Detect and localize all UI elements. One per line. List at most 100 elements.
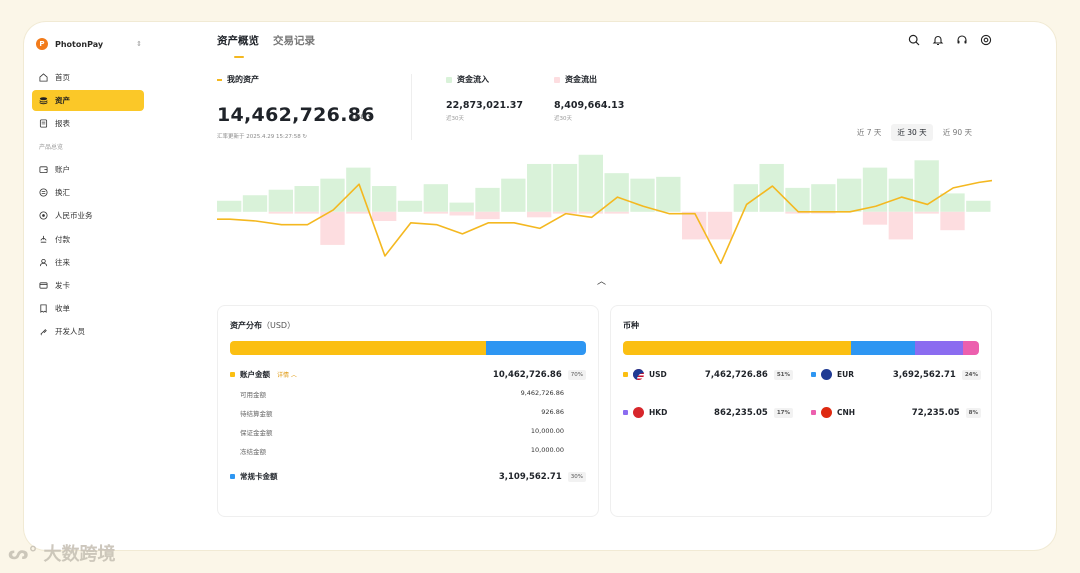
currency-card: 币种 USD 7,462,726.86 51% EUR 3,692,562.71… — [610, 305, 992, 517]
settings-icon[interactable] — [980, 34, 992, 46]
inflow-bar[interactable] — [837, 178, 862, 212]
pay-icon — [40, 235, 47, 243]
inflow-bar[interactable] — [501, 178, 526, 212]
percent-badge: 17% — [773, 407, 793, 418]
sidebar-item-exchange[interactable]: 换汇 — [32, 182, 144, 203]
sidebar-item-developers[interactable]: 开发人员 — [32, 321, 144, 342]
sidebar-item-rmb[interactable]: 人民币业务 — [32, 205, 144, 226]
outflow-bar[interactable] — [707, 211, 733, 240]
inflow-bar[interactable] — [527, 163, 552, 212]
currency-segment-2 — [914, 341, 963, 355]
range-90d[interactable]: 近 90 天 — [937, 124, 978, 141]
tab-transactions[interactable]: 交易记录 — [273, 33, 315, 57]
legend-dot — [811, 372, 816, 377]
outflow-title: 资金流出 — [554, 74, 624, 85]
outflow-bar[interactable] — [862, 211, 888, 225]
sidebar-item-label: 资产 — [55, 96, 70, 105]
currency-code: HKD — [649, 408, 668, 417]
card-title: 资产分布（USD） — [230, 320, 295, 331]
inflow-bar[interactable] — [397, 200, 423, 212]
outflow-bar[interactable] — [449, 211, 474, 216]
search-icon[interactable] — [908, 34, 920, 46]
percent-badge: 8% — [965, 407, 981, 418]
inflow-bar[interactable] — [759, 163, 784, 212]
chevron-updown-icon[interactable]: ⇕ — [136, 40, 142, 48]
inflow-bar[interactable] — [372, 186, 397, 212]
percent-badge: 70% — [567, 369, 586, 380]
rate-update-text: 汇率更新于 2025.4.29 15:27:58 ↻ — [217, 132, 307, 140]
account-switcher[interactable]: P PhotonPay ⇕ — [36, 38, 142, 50]
outflow-bar[interactable] — [914, 211, 939, 214]
my-assets-label: 我的资产 — [227, 75, 259, 84]
currency-value: 3,692,562.71 — [892, 369, 956, 380]
rate-date: 2025.4.29 — [246, 134, 275, 140]
sidebar-item-acquiring[interactable]: 收单 — [32, 298, 144, 319]
inflow-bar[interactable] — [811, 184, 836, 212]
currency-value: 72,235.05 — [911, 407, 960, 418]
inflow-bar[interactable] — [242, 195, 268, 212]
currency-selector[interactable]: USD ▾ — [352, 113, 371, 121]
inflow-bar[interactable] — [320, 178, 345, 212]
range-30d[interactable]: 近 30 天 — [891, 124, 933, 141]
outflow-bar[interactable] — [604, 211, 629, 214]
sidebar-item-contacts[interactable]: 往来 — [32, 252, 144, 273]
range-selector: 近 7 天 近 30 天 近 90 天 — [851, 124, 978, 141]
legend-dot — [230, 474, 235, 479]
outflow-bar[interactable] — [346, 211, 371, 214]
currency-row-hkd: HKD 862,235.05 17% — [623, 407, 793, 418]
outflow-bar[interactable] — [268, 211, 293, 214]
account-amount-value: 10,462,726.86 — [492, 369, 562, 380]
currency-segment-0 — [623, 341, 851, 355]
inflow-bar[interactable] — [785, 187, 810, 212]
bell-icon[interactable] — [932, 34, 944, 46]
inflow-bar[interactable] — [656, 176, 681, 212]
details-link[interactable]: 详情 ︿ — [277, 370, 297, 379]
sidebar-item-payments[interactable]: 付款 — [32, 229, 144, 250]
outflow-bar[interactable] — [294, 211, 319, 214]
inflow-swatch — [446, 76, 452, 83]
outflow-bar[interactable] — [940, 211, 965, 231]
outflow-bar[interactable] — [527, 211, 552, 218]
coins-icon — [39, 97, 48, 105]
outflow-bar[interactable] — [888, 211, 913, 240]
outflow-bar[interactable] — [423, 211, 448, 214]
sub-label: 保证金金额 — [240, 429, 273, 437]
headset-icon[interactable] — [956, 34, 968, 46]
home-icon — [39, 73, 48, 82]
outflow-bar[interactable] — [372, 211, 397, 221]
sidebar-item-home[interactable]: 首页 — [32, 67, 144, 88]
inflow-bar[interactable] — [552, 163, 578, 212]
collapse-chart-icon[interactable]: ︿ — [597, 274, 606, 287]
inflow-bar[interactable] — [268, 189, 293, 212]
brand-logo: P — [36, 38, 48, 50]
inflow-bar[interactable] — [423, 184, 448, 212]
sidebar-item-accounts[interactable]: 账户 — [32, 159, 144, 180]
inflow-bar[interactable] — [862, 167, 888, 212]
inflow-bar[interactable] — [449, 202, 474, 212]
refresh-icon[interactable]: ↻ — [302, 134, 307, 140]
sidebar-item-label: 换汇 — [55, 188, 70, 198]
sub-row-deposit: 保证金金额 10,000.00 — [240, 427, 564, 437]
inflow-bar[interactable] — [940, 193, 965, 212]
distribution-segment-1 — [486, 341, 586, 355]
page-tabs: 资产概览 交易记录 — [217, 33, 315, 58]
range-7d[interactable]: 近 7 天 — [851, 124, 888, 141]
inflow-bar[interactable] — [217, 200, 242, 212]
sidebar-item-label: 收单 — [55, 304, 70, 314]
inflow-bar[interactable] — [294, 186, 319, 212]
sidebar-item-reports[interactable]: 报表 — [32, 113, 144, 134]
outflow-bar[interactable] — [475, 211, 500, 220]
sub-row-pending: 待结算金额 926.86 — [240, 408, 564, 418]
inflow-bar[interactable] — [578, 154, 603, 212]
outflow-bar[interactable] — [320, 211, 345, 245]
outflow-bar[interactable] — [682, 211, 707, 240]
outflow-period: 近30天 — [554, 116, 572, 122]
inflow-bar[interactable] — [475, 187, 500, 212]
details-label: 详情 — [277, 372, 290, 379]
sidebar-item-assets[interactable]: 资产 — [32, 90, 144, 111]
tab-overview[interactable]: 资产概览 — [217, 33, 259, 58]
inflow-bar[interactable] — [966, 200, 991, 212]
inflow-bar[interactable] — [604, 173, 629, 212]
sidebar-item-cards[interactable]: 发卡 — [32, 275, 144, 296]
inflow-bar[interactable] — [888, 178, 913, 212]
